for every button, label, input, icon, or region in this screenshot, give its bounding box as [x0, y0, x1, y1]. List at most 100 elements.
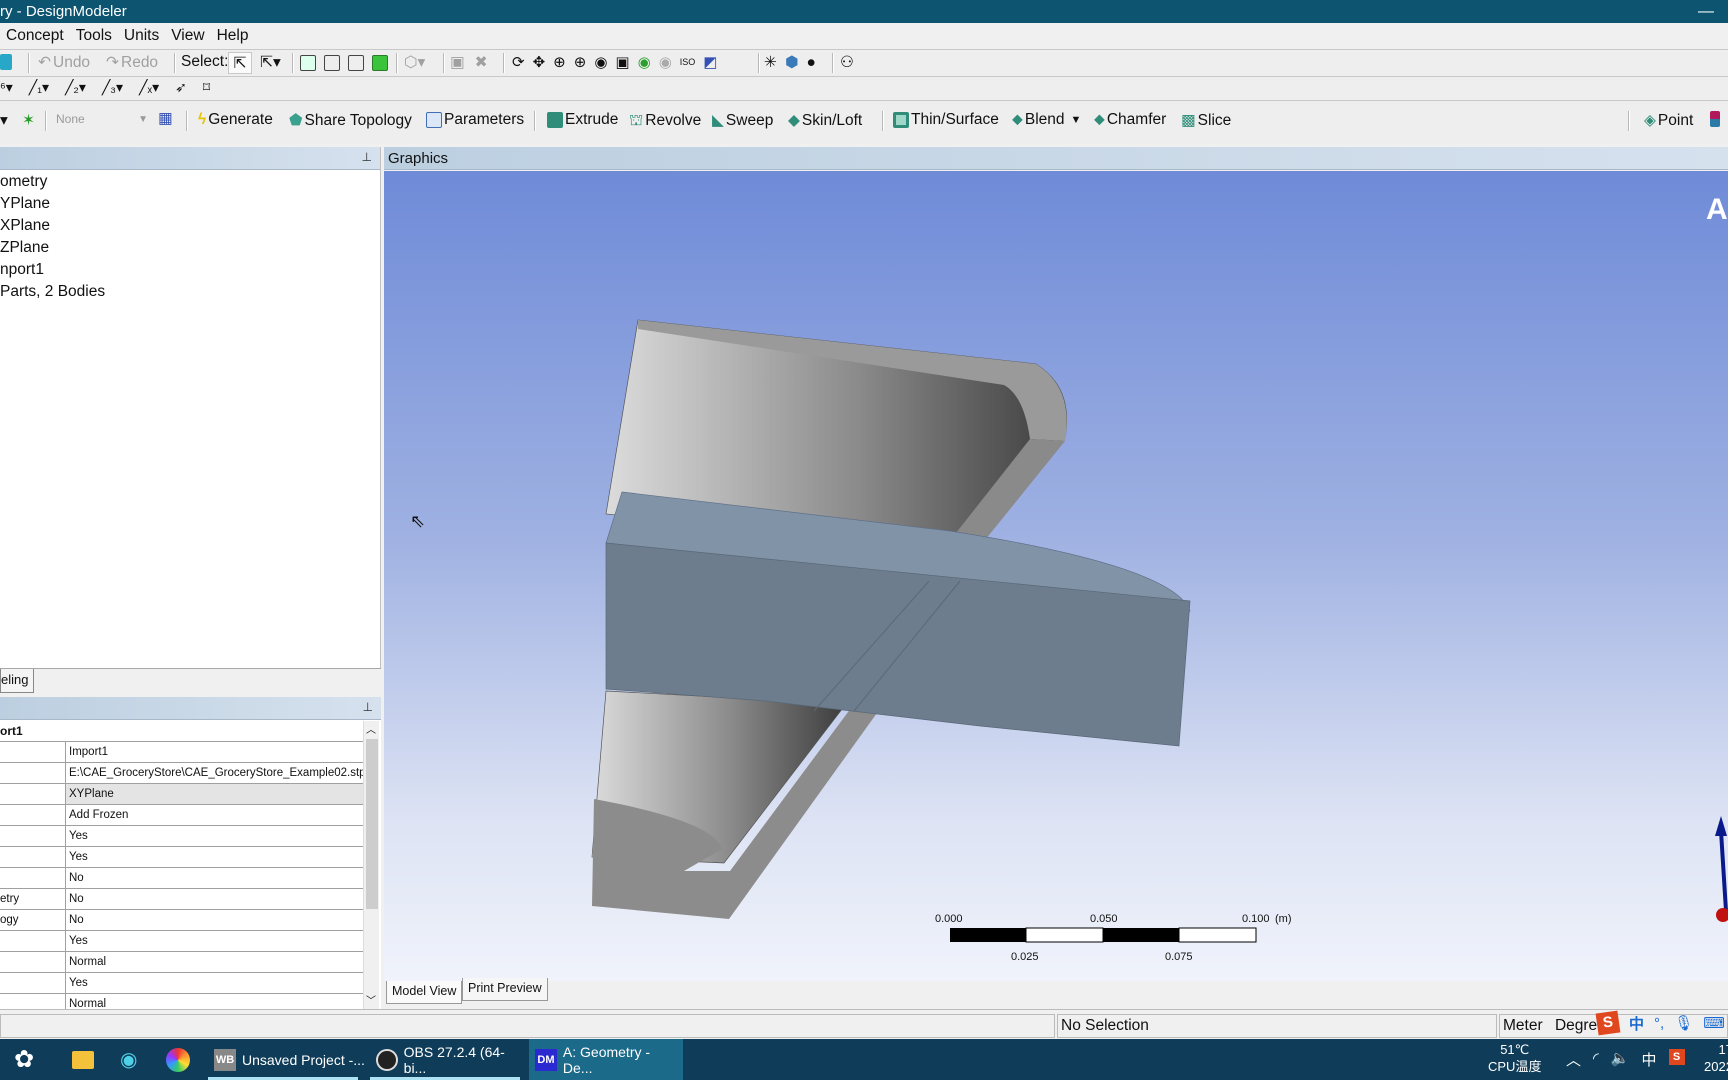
sweep-button[interactable]: ◣ Sweep	[712, 111, 773, 130]
redo-button[interactable]: ↷ Redo	[106, 53, 158, 72]
box-zoom-icon[interactable]: ▣	[615, 53, 629, 71]
dropdown-arrow[interactable]: ▾	[0, 111, 8, 130]
details-row[interactable]: Yes	[0, 973, 363, 994]
sogou-tray-icon[interactable]: S	[1668, 1049, 1685, 1065]
thin-surface-button[interactable]: Thin/Surface	[893, 111, 999, 129]
next-view-icon[interactable]: ◉	[659, 53, 672, 71]
language-indicator[interactable]: 中	[1642, 1049, 1657, 1070]
select-faces-icon[interactable]	[348, 55, 364, 71]
graphics-viewport[interactable]: A 0.000 0.050 0.100 (m) 0.025 0.075 ⇖	[384, 171, 1728, 981]
details-value[interactable]: Add Frozen	[66, 805, 363, 825]
zoom-icon[interactable]: ⊕	[553, 53, 566, 71]
camera-app-button[interactable]: ◉	[114, 1039, 137, 1080]
wifi-icon[interactable]: ◜	[1593, 1049, 1599, 1070]
menu-tools[interactable]: Tools	[76, 27, 112, 44]
box-select-icon[interactable]: ▣	[450, 53, 465, 72]
tree-item-zxplane[interactable]: XPlane	[0, 217, 50, 235]
dimension-3-icon[interactable]: ╱₃▾	[102, 79, 123, 96]
zoom-in-icon[interactable]: ⊕	[574, 53, 587, 71]
details-value[interactable]: No	[66, 910, 363, 930]
details-value[interactable]: Yes	[66, 931, 363, 951]
model-view-svg[interactable]	[384, 171, 1728, 981]
details-value[interactable]: Yes	[66, 826, 363, 846]
details-value[interactable]: XYPlane	[66, 784, 363, 804]
extrude-button[interactable]: Extrude	[547, 111, 618, 129]
keyboard-icon[interactable]: ⌨	[1703, 1014, 1725, 1032]
tree-item-import1[interactable]: nport1	[0, 261, 44, 279]
pin-icon[interactable]: ➶	[175, 79, 187, 96]
clock[interactable]: 17 2022	[1704, 1041, 1728, 1075]
details-row[interactable]: Yes	[0, 847, 363, 868]
details-row[interactable]: ogy No	[0, 910, 363, 931]
details-row[interactable]: Yes	[0, 931, 363, 952]
details-row[interactable]: Normal	[0, 952, 363, 973]
tab-model-view[interactable]: Model View	[386, 981, 463, 1004]
taskbar-workbench[interactable]: WB Unsaved Project -...	[208, 1039, 366, 1080]
triad-icon[interactable]: ✳	[764, 53, 777, 72]
tab-modeling[interactable]: eling	[0, 669, 34, 693]
display-model-icon[interactable]: ⬢	[785, 53, 799, 72]
conversion-icon[interactable]	[1710, 111, 1720, 127]
revolve-button[interactable]: ⛫ Revolve	[629, 111, 701, 131]
cpu-temp-widget[interactable]: 51℃ CPU温度	[1488, 1041, 1541, 1075]
details-row[interactable]: E:\CAE_GroceryStore\CAE_GroceryStore_Exa…	[0, 763, 363, 784]
details-value[interactable]: No	[66, 868, 363, 888]
select-edges-icon[interactable]	[324, 55, 340, 71]
point-button[interactable]: ◈ Point	[1644, 111, 1693, 130]
undo-button[interactable]: ↶ Undo	[38, 53, 90, 72]
new-plane-icon[interactable]: ✶	[22, 111, 35, 130]
scrollbar-thumb[interactable]	[366, 739, 378, 909]
ime-punct-icon[interactable]: °,	[1654, 1015, 1664, 1032]
menu-view[interactable]: View	[171, 27, 204, 44]
menu-help[interactable]: Help	[217, 27, 249, 44]
skin-loft-button[interactable]: ◆ Skin/Loft	[788, 111, 862, 130]
details-value[interactable]: Normal	[66, 952, 363, 972]
plane-outline-icon[interactable]: ⌑	[203, 79, 210, 96]
details-row[interactable]: Import1	[0, 742, 363, 763]
extend-selection-icon[interactable]: ⬡▾	[404, 53, 425, 72]
taskbar-obs[interactable]: OBS 27.2.4 (64-bi...	[370, 1039, 525, 1080]
tab-print-preview[interactable]: Print Preview	[462, 978, 548, 1001]
select-vertices-icon[interactable]	[300, 55, 316, 71]
look-at-icon[interactable]: ◩	[703, 53, 717, 71]
volume-icon[interactable]: 🔈	[1611, 1049, 1630, 1070]
display-point-icon[interactable]: ●	[807, 54, 816, 72]
details-value[interactable]: No	[66, 889, 363, 909]
select-mode-icon[interactable]: ⇱▾	[260, 53, 281, 72]
tray-expand-icon[interactable]: ︿	[1566, 1049, 1581, 1070]
tree-item-xyplane[interactable]: YPlane	[0, 195, 50, 213]
details-row[interactable]: Yes	[0, 826, 363, 847]
chrome-button[interactable]	[160, 1039, 190, 1080]
tree-item-geometry[interactable]: ometry	[0, 173, 47, 191]
new-sketch-icon[interactable]: ▦	[158, 109, 173, 128]
parameters-button[interactable]: Parameters	[426, 111, 524, 129]
taskbar-designmodeler[interactable]: DM A: Geometry - De...	[529, 1039, 683, 1080]
slice-button[interactable]: ▩ Slice	[1181, 111, 1231, 130]
details-row[interactable]: etry No	[0, 889, 363, 910]
blend-dropdown-icon[interactable]: ▼	[1071, 114, 1082, 126]
microphone-icon[interactable]: 🎙	[1674, 1014, 1693, 1032]
previous-view-icon[interactable]: ◉	[638, 53, 651, 71]
menu-units[interactable]: Units	[124, 27, 159, 44]
plane-dropdown[interactable]: None ▼	[52, 108, 148, 130]
iso-view-icon[interactable]: ISO	[680, 57, 696, 67]
minimize-button[interactable]: —	[1698, 0, 1714, 23]
scroll-down-icon[interactable]: ﹀	[366, 992, 376, 1007]
scroll-up-icon[interactable]: ︿	[366, 721, 376, 736]
start-button[interactable]: ✿	[8, 1039, 34, 1080]
blend-button[interactable]: ⬥ Blend ▼	[1012, 111, 1081, 129]
details-row[interactable]: Add Frozen	[0, 805, 363, 826]
details-value[interactable]: Import1	[66, 742, 363, 762]
details-value[interactable]: E:\CAE_GroceryStore\CAE_GroceryStore_Exa…	[66, 763, 363, 783]
box-select-disabled-icon[interactable]: ✖	[475, 53, 488, 72]
details-value[interactable]: Yes	[66, 973, 363, 993]
dimension-1-icon[interactable]: ╱₁▾	[29, 79, 49, 96]
details-scrollbar[interactable]: ︿ ﹀	[363, 721, 379, 1009]
camera-icon[interactable]	[0, 54, 12, 70]
tree-item-yzplane[interactable]: ZPlane	[0, 239, 49, 257]
share-topology-button[interactable]: ⬟ Share Topology	[289, 111, 412, 130]
dimension-6-icon[interactable]: ⁶▾	[0, 79, 13, 96]
tree-item-parts-bodies[interactable]: Parts, 2 Bodies	[0, 283, 105, 301]
select-point-icon[interactable]: ⇱	[228, 52, 252, 74]
file-explorer-button[interactable]	[66, 1039, 94, 1080]
